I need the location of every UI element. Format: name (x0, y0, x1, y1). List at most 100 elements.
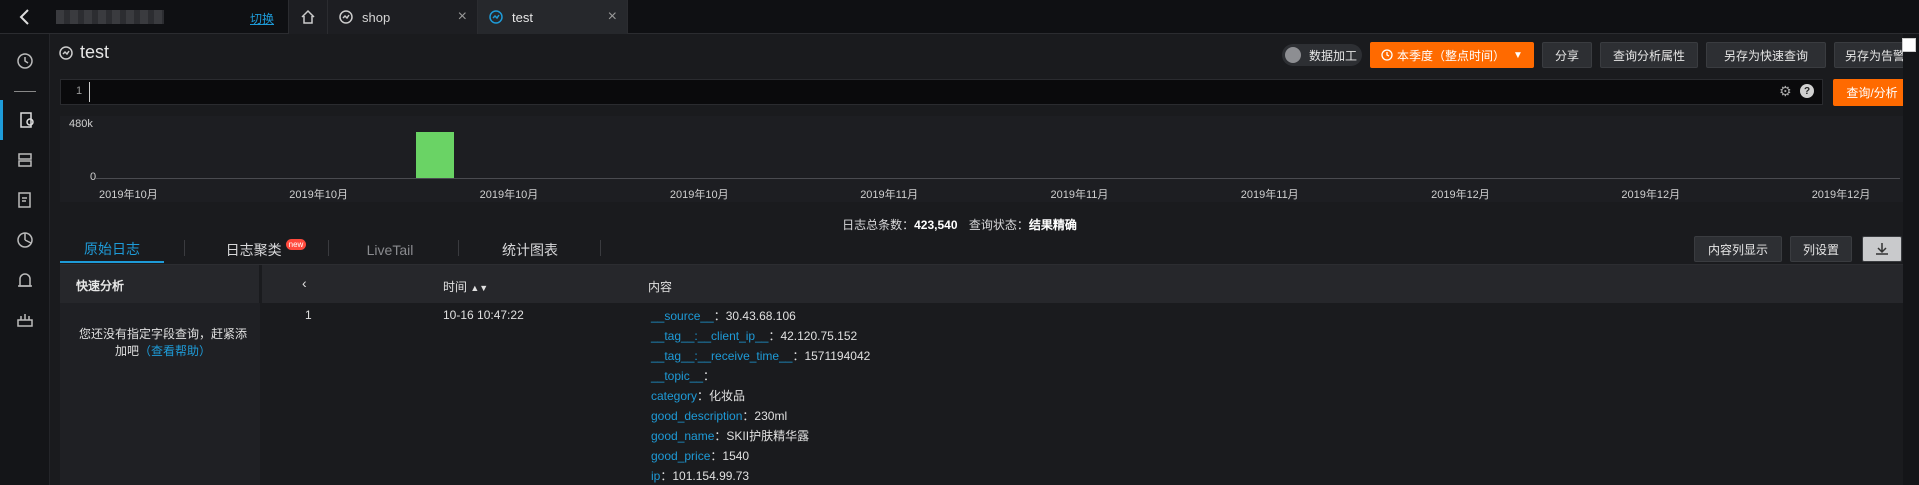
new-badge: new (285, 238, 307, 250)
sidebar-item-logstore[interactable] (0, 140, 50, 180)
close-icon[interactable]: × (608, 8, 617, 26)
query-line-number: 1 (76, 85, 83, 97)
y-tick-zero: 0 (90, 171, 97, 183)
field-key[interactable]: category (651, 389, 697, 403)
tab-chart[interactable]: 统计图表 (480, 237, 580, 263)
time-range-dropdown[interactable]: 本季度（整点时间） ▼ (1370, 42, 1534, 68)
field-value[interactable]: 230ml (754, 409, 787, 423)
field-separator: ： (742, 409, 755, 423)
row-index: 1 (305, 308, 312, 322)
sidebar-item-search[interactable] (0, 100, 50, 140)
right-edge-panel (1903, 34, 1919, 485)
download-button[interactable] (1862, 236, 1902, 262)
tab-log-cluster[interactable]: 日志聚类 new (206, 237, 326, 263)
field-key[interactable]: __tag__:__client_ip__ (651, 329, 768, 343)
search-analyze-button[interactable]: 查询/分析 (1833, 79, 1911, 106)
field-row: good_price：1540 (651, 447, 749, 467)
tab-shop[interactable]: shop × (328, 0, 478, 34)
sidebar-item-alert[interactable] (0, 260, 50, 300)
text-caret (89, 82, 90, 102)
field-key[interactable]: ip (651, 469, 660, 483)
histogram-baseline (96, 178, 1900, 179)
field-key[interactable]: good_price (651, 449, 710, 463)
field-value[interactable]: SKII护肤精华露 (726, 429, 809, 443)
save-quick-query-button[interactable]: 另存为快速查询 (1706, 42, 1826, 68)
tab-test-label: test (512, 9, 533, 25)
log-table-header (262, 265, 1903, 303)
field-row: __source__：30.43.68.106 (651, 307, 796, 327)
column-time[interactable]: 时间 ▲▼ (443, 278, 488, 295)
home-icon (301, 9, 315, 24)
field-value[interactable]: 1571194042 (804, 349, 870, 363)
field-key[interactable]: good_description (651, 409, 742, 423)
inbox-icon (17, 314, 33, 327)
page-title-row: test (58, 42, 109, 63)
x-tick-label: 2019年11月 (1240, 189, 1299, 201)
corner-checkbox[interactable] (1902, 38, 1916, 52)
field-value[interactable]: 42.120.75.152 (780, 329, 857, 343)
back-arrow-icon[interactable] (0, 0, 48, 34)
field-key[interactable]: __tag__:__receive_time__ (651, 349, 792, 363)
field-value[interactable]: 30.43.68.106 (726, 309, 796, 323)
histogram-bar[interactable] (416, 132, 454, 178)
sidebar-item-ingest[interactable] (0, 300, 50, 340)
data-processing-toggle[interactable]: 数据加工 (1282, 44, 1362, 66)
alarm-icon (18, 273, 32, 287)
field-separator: ： (710, 449, 723, 463)
query-input[interactable] (60, 79, 1823, 105)
status-value: 结果精确 (1028, 218, 1077, 232)
log-summary: 日志总条数：423,540 查询状态：结果精确 (0, 216, 1919, 233)
field-separator: ： (714, 429, 727, 443)
field-row: __tag__:__receive_time__：1571194042 (651, 347, 870, 367)
field-value[interactable]: 101.154.99.73 (672, 469, 749, 483)
collapse-chevron-icon[interactable]: ‹ (302, 275, 307, 291)
field-value[interactable]: 1540 (722, 449, 749, 463)
field-key[interactable]: __source__ (651, 309, 714, 323)
row-time: 10-16 10:47:22 (443, 308, 524, 322)
tab-livetail[interactable]: LiveTail (340, 237, 440, 263)
download-icon (1876, 243, 1888, 255)
field-key[interactable]: good_name (651, 429, 714, 443)
field-row: good_description：230ml (651, 407, 787, 427)
x-tick-label: 2019年10月 (289, 189, 349, 201)
edit-doc-icon (18, 192, 31, 208)
field-separator: ： (768, 329, 781, 343)
field-row: __topic__： (651, 367, 715, 387)
field-separator: ： (792, 349, 805, 363)
query-props-button[interactable]: 查询分析属性 (1600, 42, 1698, 68)
content-column-button[interactable]: 内容列显示 (1694, 236, 1782, 262)
caret-down-icon: ▼ (1513, 49, 1523, 61)
help-link[interactable]: （查看帮助） (139, 344, 211, 358)
field-row: good_name：SKII护肤精华露 (651, 427, 809, 447)
tab-test[interactable]: test × (478, 0, 628, 34)
y-tick-max: 480k (69, 118, 93, 130)
toggle-knob (1285, 47, 1301, 63)
x-tick-label: 2019年11月 (860, 189, 919, 201)
toggle-label: 数据加工 (1309, 48, 1358, 63)
quick-analysis-message: 您还没有指定字段查询，赶紧添加吧（查看帮助） (78, 326, 248, 360)
field-row: category：化妆品 (651, 387, 745, 407)
tab-log-cluster-label: 日志聚类 (225, 242, 282, 258)
x-tick-label: 2019年10月 (99, 189, 158, 201)
gear-icon[interactable]: ⚙ (1779, 83, 1792, 100)
close-icon[interactable]: × (458, 8, 467, 26)
share-button[interactable]: 分享 (1542, 42, 1592, 68)
logstore-icon (339, 10, 353, 24)
tab-raw-logs[interactable]: 原始日志 (60, 237, 164, 263)
sort-icon[interactable]: ▲▼ (470, 283, 488, 293)
field-value[interactable]: 化妆品 (709, 389, 745, 403)
sidebar-item-clock[interactable] (0, 41, 50, 81)
sidebar-item-edit[interactable] (0, 180, 50, 220)
top-tab-bar: 切换 shop × test × (0, 0, 1919, 34)
x-tick-label: 2019年12月 (1621, 189, 1681, 201)
field-key[interactable]: __topic__ (651, 369, 703, 383)
switch-project-link[interactable]: 切换 (250, 10, 274, 27)
total-value: 423,540 (914, 218, 958, 232)
field-separator: ： (713, 309, 726, 323)
help-icon[interactable]: ? (1800, 84, 1814, 98)
column-settings-button[interactable]: 列设置 (1790, 236, 1852, 262)
page-title: test (80, 42, 110, 62)
field-separator: ： (660, 469, 673, 483)
home-tab[interactable] (288, 0, 328, 34)
x-tick-label: 2019年10月 (479, 189, 539, 201)
